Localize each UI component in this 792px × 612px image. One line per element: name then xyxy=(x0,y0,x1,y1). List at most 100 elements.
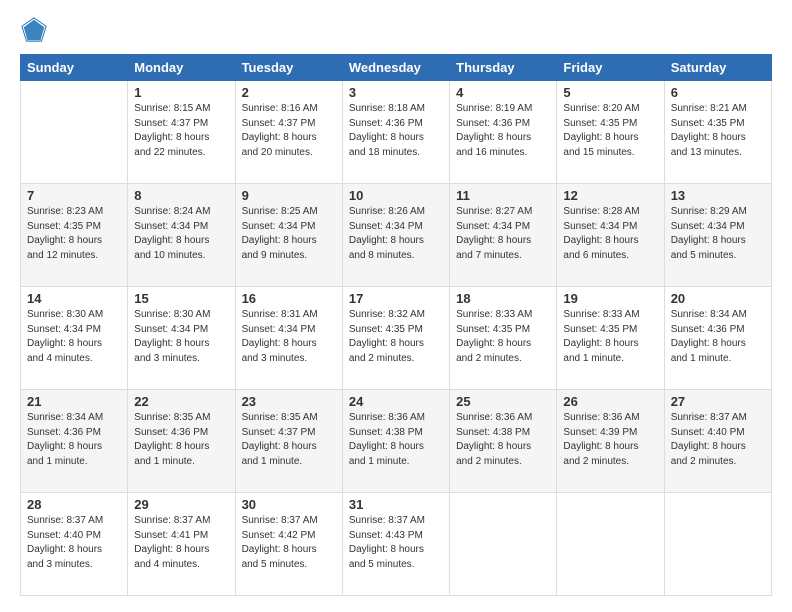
day-number: 10 xyxy=(349,188,443,203)
day-number: 27 xyxy=(671,394,765,409)
day-info: Sunrise: 8:36 AM Sunset: 4:38 PM Dayligh… xyxy=(349,411,443,469)
calendar-cell: 31Sunrise: 8:37 AM Sunset: 4:43 PM Dayli… xyxy=(342,493,449,596)
calendar-cell: 6 Sunrise: 8:21 AM Sunset: 4:35 PM Daylig… xyxy=(664,81,771,184)
calendar-cell: 21 Sunrise: 8:34 AM Sunset: 4:36 PM Dayli… xyxy=(21,390,128,493)
day-number: 12 xyxy=(563,188,657,203)
day-number: 16 xyxy=(242,291,336,306)
day-number: 15 xyxy=(134,291,228,306)
day-number: 3 xyxy=(349,85,443,100)
calendar-cell: 29Sunrise: 8:37 AM Sunset: 4:41 PM Dayli… xyxy=(128,493,235,596)
calendar-cell: 19 Sunrise: 8:33 AM Sunset: 4:35 PM Dayli… xyxy=(557,287,664,390)
day-info: Sunrise: 8:18 AM Sunset: 4:36 PM Dayligh… xyxy=(349,102,443,160)
calendar-cell xyxy=(557,493,664,596)
calendar-cell: 2 Sunrise: 8:16 AM Sunset: 4:37 PM Daylig… xyxy=(235,81,342,184)
day-header-tuesday: Tuesday xyxy=(235,55,342,81)
day-number: 6 xyxy=(671,85,765,100)
calendar-cell xyxy=(21,81,128,184)
day-header-friday: Friday xyxy=(557,55,664,81)
calendar-cell: 26Sunrise: 8:36 AM Sunset: 4:39 PM Dayli… xyxy=(557,390,664,493)
calendar-week-4: 21 Sunrise: 8:34 AM Sunset: 4:36 PM Dayli… xyxy=(21,390,772,493)
day-number: 1 xyxy=(134,85,228,100)
calendar-cell xyxy=(450,493,557,596)
calendar-cell: 12 Sunrise: 8:28 AM Sunset: 4:34 PM Dayli… xyxy=(557,184,664,287)
header xyxy=(20,16,772,44)
day-number: 4 xyxy=(456,85,550,100)
day-number: 19 xyxy=(563,291,657,306)
day-info: Sunrise: 8:37 AM Sunset: 4:42 PM Dayligh… xyxy=(242,514,336,572)
day-info: Sunrise: 8:34 AM Sunset: 4:36 PM Dayligh… xyxy=(671,308,765,366)
day-info: Sunrise: 8:25 AM Sunset: 4:34 PM Dayligh… xyxy=(242,205,336,263)
day-header-saturday: Saturday xyxy=(664,55,771,81)
day-number: 20 xyxy=(671,291,765,306)
calendar-week-3: 14 Sunrise: 8:30 AM Sunset: 4:34 PM Dayli… xyxy=(21,287,772,390)
day-info: Sunrise: 8:20 AM Sunset: 4:35 PM Dayligh… xyxy=(563,102,657,160)
day-info: Sunrise: 8:19 AM Sunset: 4:36 PM Dayligh… xyxy=(456,102,550,160)
calendar-header-row: SundayMondayTuesdayWednesdayThursdayFrid… xyxy=(21,55,772,81)
day-number: 5 xyxy=(563,85,657,100)
day-info: Sunrise: 8:32 AM Sunset: 4:35 PM Dayligh… xyxy=(349,308,443,366)
calendar-cell: 13 Sunrise: 8:29 AM Sunset: 4:34 PM Dayli… xyxy=(664,184,771,287)
day-number: 29 xyxy=(134,497,228,512)
day-number: 18 xyxy=(456,291,550,306)
day-number: 2 xyxy=(242,85,336,100)
day-info: Sunrise: 8:21 AM Sunset: 4:35 PM Dayligh… xyxy=(671,102,765,160)
calendar-cell: 15 Sunrise: 8:30 AM Sunset: 4:34 PM Dayli… xyxy=(128,287,235,390)
calendar-week-1: 1 Sunrise: 8:15 AM Sunset: 4:37 PM Daylig… xyxy=(21,81,772,184)
calendar-cell: 28Sunrise: 8:37 AM Sunset: 4:40 PM Dayli… xyxy=(21,493,128,596)
day-number: 21 xyxy=(27,394,121,409)
calendar-cell: 30 Sunrise: 8:37 AM Sunset: 4:42 PM Dayli… xyxy=(235,493,342,596)
day-info: Sunrise: 8:35 AM Sunset: 4:37 PM Dayligh… xyxy=(242,411,336,469)
calendar-cell: 24 Sunrise: 8:36 AM Sunset: 4:38 PM Dayli… xyxy=(342,390,449,493)
calendar-week-2: 7Sunrise: 8:23 AM Sunset: 4:35 PM Daylig… xyxy=(21,184,772,287)
day-header-thursday: Thursday xyxy=(450,55,557,81)
calendar-cell: 4 Sunrise: 8:19 AM Sunset: 4:36 PM Daylig… xyxy=(450,81,557,184)
calendar-cell: 8Sunrise: 8:24 AM Sunset: 4:34 PM Daylig… xyxy=(128,184,235,287)
day-info: Sunrise: 8:34 AM Sunset: 4:36 PM Dayligh… xyxy=(27,411,121,469)
calendar-cell: 5 Sunrise: 8:20 AM Sunset: 4:35 PM Daylig… xyxy=(557,81,664,184)
day-number: 30 xyxy=(242,497,336,512)
page: SundayMondayTuesdayWednesdayThursdayFrid… xyxy=(0,0,792,612)
calendar-cell: 17 Sunrise: 8:32 AM Sunset: 4:35 PM Dayli… xyxy=(342,287,449,390)
day-header-sunday: Sunday xyxy=(21,55,128,81)
calendar-cell: 7Sunrise: 8:23 AM Sunset: 4:35 PM Daylig… xyxy=(21,184,128,287)
day-number: 9 xyxy=(242,188,336,203)
calendar-cell: 16Sunrise: 8:31 AM Sunset: 4:34 PM Dayli… xyxy=(235,287,342,390)
day-number: 7 xyxy=(27,188,121,203)
day-number: 25 xyxy=(456,394,550,409)
day-header-wednesday: Wednesday xyxy=(342,55,449,81)
calendar-cell xyxy=(664,493,771,596)
day-number: 22 xyxy=(134,394,228,409)
day-number: 17 xyxy=(349,291,443,306)
day-header-monday: Monday xyxy=(128,55,235,81)
day-number: 24 xyxy=(349,394,443,409)
day-info: Sunrise: 8:37 AM Sunset: 4:43 PM Dayligh… xyxy=(349,514,443,572)
day-number: 14 xyxy=(27,291,121,306)
calendar-cell: 23 Sunrise: 8:35 AM Sunset: 4:37 PM Dayli… xyxy=(235,390,342,493)
calendar-cell: 9 Sunrise: 8:25 AM Sunset: 4:34 PM Daylig… xyxy=(235,184,342,287)
day-info: Sunrise: 8:24 AM Sunset: 4:34 PM Dayligh… xyxy=(134,205,228,263)
day-info: Sunrise: 8:16 AM Sunset: 4:37 PM Dayligh… xyxy=(242,102,336,160)
day-info: Sunrise: 8:37 AM Sunset: 4:40 PM Dayligh… xyxy=(671,411,765,469)
day-info: Sunrise: 8:36 AM Sunset: 4:38 PM Dayligh… xyxy=(456,411,550,469)
day-info: Sunrise: 8:33 AM Sunset: 4:35 PM Dayligh… xyxy=(456,308,550,366)
day-info: Sunrise: 8:30 AM Sunset: 4:34 PM Dayligh… xyxy=(27,308,121,366)
day-number: 13 xyxy=(671,188,765,203)
calendar-cell: 3 Sunrise: 8:18 AM Sunset: 4:36 PM Daylig… xyxy=(342,81,449,184)
day-info: Sunrise: 8:33 AM Sunset: 4:35 PM Dayligh… xyxy=(563,308,657,366)
calendar-week-5: 28Sunrise: 8:37 AM Sunset: 4:40 PM Dayli… xyxy=(21,493,772,596)
calendar-cell: 25 Sunrise: 8:36 AM Sunset: 4:38 PM Dayli… xyxy=(450,390,557,493)
day-number: 11 xyxy=(456,188,550,203)
calendar-cell: 14 Sunrise: 8:30 AM Sunset: 4:34 PM Dayli… xyxy=(21,287,128,390)
calendar-cell: 10Sunrise: 8:26 AM Sunset: 4:34 PM Dayli… xyxy=(342,184,449,287)
calendar-cell: 18 Sunrise: 8:33 AM Sunset: 4:35 PM Dayli… xyxy=(450,287,557,390)
calendar: SundayMondayTuesdayWednesdayThursdayFrid… xyxy=(20,54,772,596)
calendar-cell: 11Sunrise: 8:27 AM Sunset: 4:34 PM Dayli… xyxy=(450,184,557,287)
logo xyxy=(20,16,52,44)
day-number: 23 xyxy=(242,394,336,409)
calendar-cell: 1 Sunrise: 8:15 AM Sunset: 4:37 PM Daylig… xyxy=(128,81,235,184)
day-info: Sunrise: 8:15 AM Sunset: 4:37 PM Dayligh… xyxy=(134,102,228,160)
day-info: Sunrise: 8:35 AM Sunset: 4:36 PM Dayligh… xyxy=(134,411,228,469)
day-info: Sunrise: 8:28 AM Sunset: 4:34 PM Dayligh… xyxy=(563,205,657,263)
day-info: Sunrise: 8:30 AM Sunset: 4:34 PM Dayligh… xyxy=(134,308,228,366)
day-info: Sunrise: 8:29 AM Sunset: 4:34 PM Dayligh… xyxy=(671,205,765,263)
